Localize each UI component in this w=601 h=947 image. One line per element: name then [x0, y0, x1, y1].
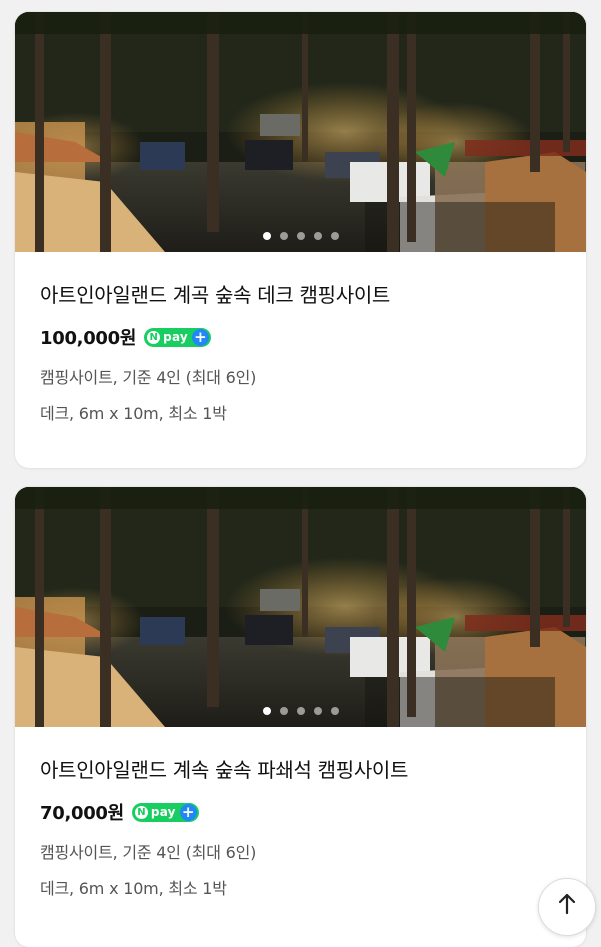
npay-label: pay	[163, 330, 188, 344]
campsite-photo	[15, 487, 586, 727]
listing-card[interactable]: 아트인아일랜드 계곡 숲속 데크 캠핑사이트 100,000원 N pay + …	[15, 12, 586, 468]
carousel-dot[interactable]	[313, 232, 322, 240]
carousel-indicator[interactable]	[15, 707, 586, 715]
carousel-dot[interactable]	[262, 232, 271, 240]
carousel-dot[interactable]	[296, 232, 305, 240]
scroll-to-top-button[interactable]	[538, 878, 596, 936]
carousel-dot[interactable]	[313, 707, 322, 715]
listing-title[interactable]: 아트인아일랜드 계곡 숲속 데크 캠핑사이트	[40, 282, 562, 308]
plus-icon: +	[179, 803, 197, 821]
listing-price: 100,000원	[40, 328, 137, 349]
carousel-dot[interactable]	[262, 707, 271, 715]
listing-capacity: 캠핑사이트, 기준 4인 (최대 6인)	[40, 368, 257, 387]
listing-title[interactable]: 아트인아일랜드 계속 숲속 파쇄석 캠핑사이트	[40, 757, 562, 783]
carousel-dot[interactable]	[279, 707, 288, 715]
naver-pay-icon: N pay +	[131, 802, 199, 822]
listing-site-spec: 데크, 6m x 10m, 최소 1박	[40, 404, 227, 423]
naver-n-icon: N	[147, 330, 161, 344]
arrow-up-icon	[558, 893, 576, 915]
carousel-dot[interactable]	[330, 232, 339, 240]
naver-n-icon: N	[134, 805, 148, 819]
listing-site-spec: 데크, 6m x 10m, 최소 1박	[40, 879, 227, 898]
listing-photo-carousel[interactable]	[15, 12, 586, 252]
plus-icon: +	[191, 328, 209, 346]
carousel-dot[interactable]	[279, 232, 288, 240]
carousel-dot[interactable]	[330, 707, 339, 715]
carousel-indicator[interactable]	[15, 232, 586, 240]
naver-pay-icon: N pay +	[144, 327, 211, 347]
listing-photo-carousel[interactable]	[15, 487, 586, 727]
carousel-dot[interactable]	[296, 707, 305, 715]
listing-card[interactable]: 아트인아일랜드 계속 숲속 파쇄석 캠핑사이트 70,000원 N pay + …	[15, 487, 586, 947]
npay-label: pay	[150, 805, 176, 819]
listing-price: 70,000원	[40, 803, 124, 824]
campsite-photo	[15, 12, 586, 252]
listing-capacity: 캠핑사이트, 기준 4인 (최대 6인)	[40, 843, 257, 862]
